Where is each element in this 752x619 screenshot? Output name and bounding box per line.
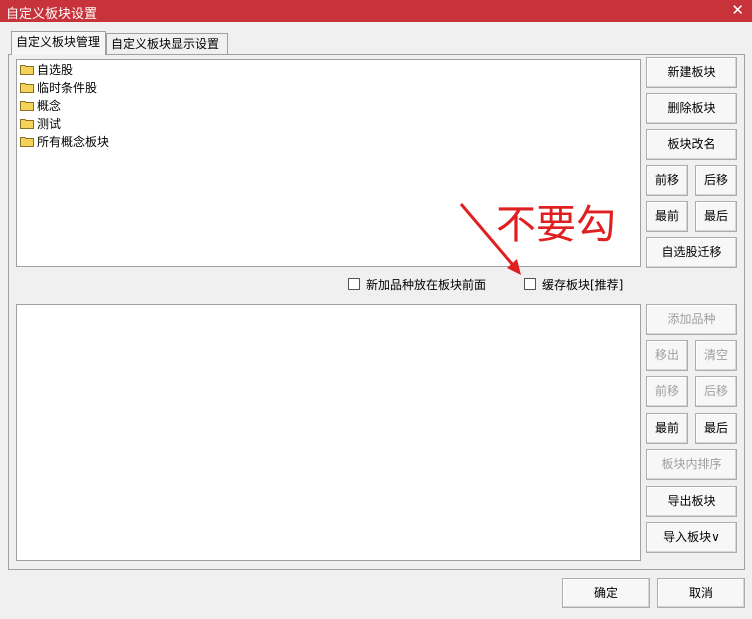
block-move-first-button[interactable]: 最前: [646, 201, 688, 232]
rename-block-button[interactable]: 板块改名: [646, 129, 737, 160]
cancel-button[interactable]: 取消: [657, 578, 745, 608]
window-title: 自定义板块设置: [6, 7, 98, 22]
migrate-watchlist-button[interactable]: 自选股迁移: [646, 237, 737, 268]
folder-icon: [20, 101, 34, 111]
folder-icon: [20, 83, 34, 93]
stock-list[interactable]: [16, 304, 641, 561]
import-block-button[interactable]: 导入板块∨: [646, 522, 737, 553]
tab-label: 自定义板块管理: [16, 35, 101, 49]
checkbox-box[interactable]: [524, 278, 536, 290]
delete-block-button[interactable]: 删除板块: [646, 93, 737, 124]
list-item[interactable]: 临时条件股: [20, 80, 97, 97]
stock-move-first-button[interactable]: 最前: [646, 413, 688, 444]
list-item-label: 所有概念板块: [37, 135, 110, 149]
cache-block-checkbox[interactable]: 缓存板块[推荐]: [524, 276, 623, 293]
list-item-label: 测试: [37, 117, 62, 131]
add-stock-button[interactable]: 添加品种: [646, 304, 737, 335]
tab-block-display-settings[interactable]: 自定义板块显示设置: [106, 33, 228, 54]
tab-label: 自定义板块显示设置: [111, 37, 220, 51]
checkbox-label: 缓存板块[推荐]: [542, 278, 624, 292]
remove-stock-button[interactable]: 移出: [646, 340, 688, 371]
block-move-up-button[interactable]: 前移: [646, 165, 688, 196]
folder-icon: [20, 137, 34, 147]
list-item-label: 自选股: [37, 63, 74, 77]
list-item[interactable]: 自选股: [20, 62, 73, 79]
checkbox-box[interactable]: [348, 278, 360, 290]
block-move-down-button[interactable]: 后移: [695, 165, 737, 196]
close-icon[interactable]: ✕: [731, 1, 744, 19]
tab-block-management[interactable]: 自定义板块管理: [11, 31, 106, 55]
new-block-button[interactable]: 新建板块: [646, 57, 737, 88]
stock-move-down-button[interactable]: 后移: [695, 376, 737, 407]
list-item-label: 临时条件股: [37, 81, 98, 95]
sort-in-block-button[interactable]: 板块内排序: [646, 449, 737, 480]
block-move-last-button[interactable]: 最后: [695, 201, 737, 232]
list-item[interactable]: 所有概念板块: [20, 134, 109, 151]
list-item[interactable]: 概念: [20, 98, 61, 115]
checkbox-label: 新加品种放在板块前面: [366, 278, 487, 292]
list-item-label: 概念: [37, 99, 62, 113]
ok-button[interactable]: 确定: [562, 578, 650, 608]
add-front-checkbox[interactable]: 新加品种放在板块前面: [348, 276, 486, 293]
annotation-text: 不要勾: [496, 202, 616, 248]
title-bar: 自定义板块设置 ✕: [0, 0, 752, 22]
export-block-button[interactable]: 导出板块: [646, 486, 737, 517]
stock-move-last-button[interactable]: 最后: [695, 413, 737, 444]
stock-move-up-button[interactable]: 前移: [646, 376, 688, 407]
list-item[interactable]: 测试: [20, 116, 61, 133]
folder-icon: [20, 65, 34, 75]
clear-stocks-button[interactable]: 清空: [695, 340, 737, 371]
folder-icon: [20, 119, 34, 129]
